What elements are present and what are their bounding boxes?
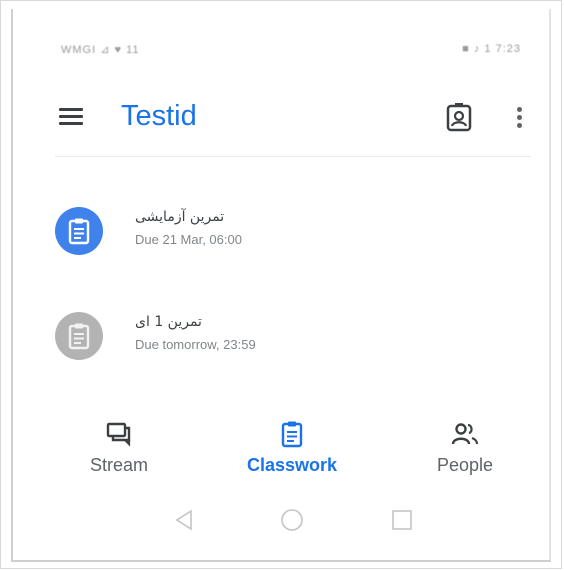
status-bar-right: ■ ♪ 1 7:23 bbox=[462, 43, 521, 55]
status-bar-left: WMGI ⊿ ♥ 11 bbox=[61, 44, 140, 56]
app-bar-divider bbox=[55, 156, 531, 157]
assignment-due-date: Due tomorrow, 23:59 bbox=[135, 337, 256, 352]
status-bar: WMGI ⊿ ♥ 11 ■ ♪ 1 7:23 bbox=[61, 41, 521, 61]
system-navigation-bar bbox=[1, 506, 561, 536]
hamburger-menu-icon[interactable] bbox=[59, 107, 83, 127]
app-bar: Testid bbox=[1, 91, 561, 143]
nav-stream[interactable]: Stream bbox=[59, 419, 179, 481]
assignment-item[interactable]: تمرین آزمایشی Due 21 Mar, 06:00 bbox=[53, 207, 531, 267]
class-profile-icon[interactable] bbox=[445, 103, 473, 133]
screen-edge-bottom bbox=[11, 560, 551, 562]
nav-stream-label: Stream bbox=[89, 455, 149, 475]
nav-classwork[interactable]: Classwork bbox=[232, 419, 352, 481]
assignment-due-date: Due 21 Mar, 06:00 bbox=[135, 232, 242, 247]
assignment-title: تمرین آزمایشی bbox=[135, 209, 225, 225]
stream-icon bbox=[106, 422, 131, 447]
home-circle-icon[interactable] bbox=[280, 508, 304, 532]
bottom-navigation: Stream Classwork People bbox=[1, 419, 561, 489]
assignment-title: تمرین 1 ای bbox=[135, 314, 202, 330]
nav-people[interactable]: People bbox=[405, 419, 525, 481]
assignment-icon bbox=[55, 312, 103, 360]
recents-square-icon[interactable] bbox=[391, 508, 413, 532]
more-vert-icon[interactable] bbox=[511, 103, 527, 133]
people-icon bbox=[451, 423, 479, 445]
assignment-icon bbox=[55, 207, 103, 255]
class-title: Testid bbox=[121, 100, 197, 132]
assignment-item[interactable]: تمرین 1 ای Due tomorrow, 23:59 bbox=[53, 312, 531, 372]
back-triangle-icon[interactable] bbox=[173, 508, 195, 532]
nav-classwork-label: Classwork bbox=[246, 455, 338, 475]
classwork-icon bbox=[281, 421, 303, 448]
phone-screen: WMGI ⊿ ♥ 11 ■ ♪ 1 7:23 Testid تمرین آزما… bbox=[0, 0, 562, 569]
nav-people-label: People bbox=[436, 455, 494, 475]
